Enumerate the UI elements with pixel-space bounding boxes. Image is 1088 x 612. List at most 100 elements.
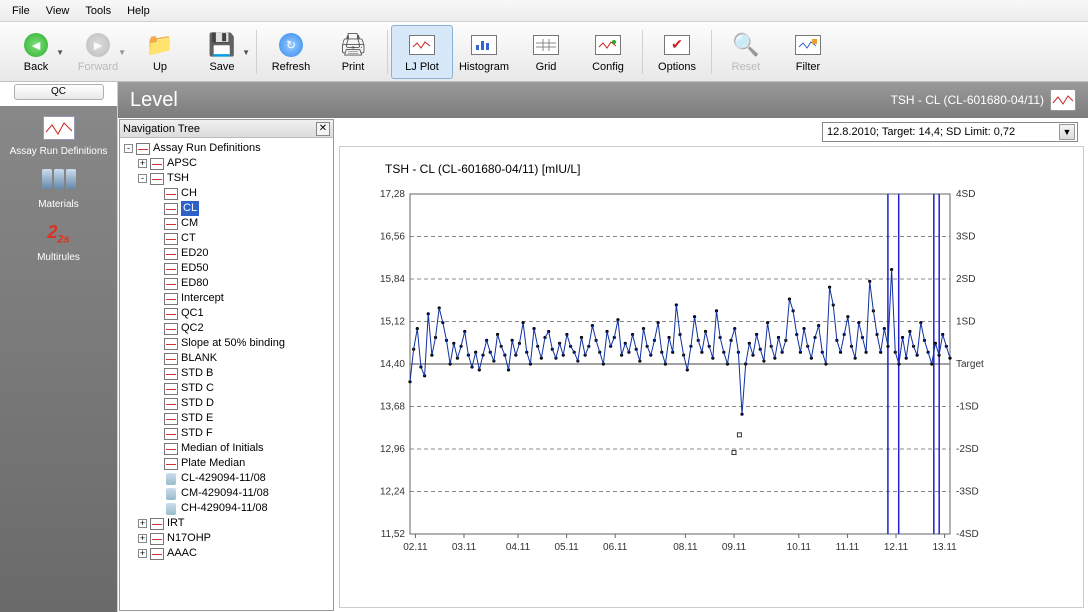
tree-item[interactable]: STD C bbox=[124, 381, 329, 396]
nav-tree-header: Navigation Tree ✕ bbox=[120, 120, 333, 138]
back-dropdown-icon[interactable]: ▼ bbox=[56, 48, 64, 57]
svg-text:05.11: 05.11 bbox=[554, 542, 579, 553]
svg-text:-1SD: -1SD bbox=[956, 402, 979, 413]
lj-plot[interactable]: 11,52-4SD12,24-3SD12,96-2SD13,68-1SD14,4… bbox=[360, 184, 1000, 564]
toolbar-sep bbox=[642, 30, 643, 74]
toolbar-sep bbox=[256, 30, 257, 74]
main-content: QC Assay Run Definitions Materials 22s M… bbox=[0, 82, 1088, 612]
svg-text:17,28: 17,28 bbox=[380, 189, 405, 200]
svg-text:06.11: 06.11 bbox=[603, 542, 628, 553]
menu-help[interactable]: Help bbox=[119, 2, 158, 20]
reset-icon: 🔍 bbox=[732, 31, 760, 59]
svg-text:Target: Target bbox=[956, 359, 984, 370]
title-bar: Level TSH - CL (CL-601680-04/11) bbox=[118, 82, 1088, 118]
tree-item[interactable]: ED80 bbox=[124, 276, 329, 291]
refresh-button[interactable]: ↻ Refresh bbox=[260, 25, 322, 79]
svg-text:-4SD: -4SD bbox=[956, 529, 979, 540]
config-button[interactable]: Config bbox=[577, 25, 639, 79]
tree-item[interactable]: +N17OHP bbox=[124, 531, 329, 546]
menu-file[interactable]: File bbox=[4, 2, 38, 20]
nav-tree[interactable]: -Assay Run Definitions+APSC-TSHCHCLCMCTE… bbox=[120, 138, 333, 610]
config-icon bbox=[595, 35, 621, 55]
dropdown-caret-icon[interactable]: ▼ bbox=[1059, 124, 1075, 140]
svg-text:08.11: 08.11 bbox=[673, 542, 698, 553]
back-button[interactable]: ◄ Back ▼ bbox=[5, 25, 67, 79]
svg-text:02.11: 02.11 bbox=[403, 542, 428, 553]
reset-button[interactable]: 🔍 Reset bbox=[715, 25, 777, 79]
tree-item[interactable]: Median of Initials bbox=[124, 441, 329, 456]
page-subtitle: TSH - CL (CL-601680-04/11) bbox=[891, 93, 1044, 107]
tree-item[interactable]: CM-429094-11/08 bbox=[124, 486, 329, 501]
menu-tools[interactable]: Tools bbox=[77, 2, 119, 20]
sidebar-item-assay[interactable]: Assay Run Definitions bbox=[4, 110, 114, 163]
sidebar: QC Assay Run Definitions Materials 22s M… bbox=[0, 82, 118, 612]
forward-dropdown-icon[interactable]: ▼ bbox=[118, 48, 126, 57]
ljplot-button[interactable]: LJ Plot bbox=[391, 25, 453, 79]
chart-box: TSH - CL (CL-601680-04/11) [mIU/L] 11,52… bbox=[339, 146, 1084, 608]
filter-button[interactable]: Filter bbox=[777, 25, 839, 79]
tree-item[interactable]: Plate Median bbox=[124, 456, 329, 471]
tree-item[interactable]: STD D bbox=[124, 396, 329, 411]
svg-text:03.11: 03.11 bbox=[452, 542, 477, 553]
tree-item[interactable]: -TSH bbox=[124, 171, 329, 186]
menu-bar: File View Tools Help bbox=[0, 0, 1088, 22]
tree-item[interactable]: QC1 bbox=[124, 306, 329, 321]
print-button[interactable]: 🖨 Print bbox=[322, 25, 384, 79]
content-area: Level TSH - CL (CL-601680-04/11) Navigat… bbox=[118, 82, 1088, 612]
tree-item[interactable]: ED50 bbox=[124, 261, 329, 276]
menu-view[interactable]: View bbox=[38, 2, 78, 20]
materials-icon bbox=[40, 169, 78, 197]
tree-item[interactable]: STD F bbox=[124, 426, 329, 441]
options-button[interactable]: ✔ Options bbox=[646, 25, 708, 79]
tree-item[interactable]: CL-429094-11/08 bbox=[124, 471, 329, 486]
options-icon: ✔ bbox=[664, 35, 690, 55]
tree-item[interactable]: BLANK bbox=[124, 351, 329, 366]
assay-icon bbox=[40, 116, 78, 144]
svg-text:11.11: 11.11 bbox=[836, 542, 860, 553]
svg-text:09.11: 09.11 bbox=[722, 542, 747, 553]
tree-item[interactable]: +AAAC bbox=[124, 546, 329, 561]
svg-text:1SD: 1SD bbox=[956, 317, 975, 328]
histogram-button[interactable]: Histogram bbox=[453, 25, 515, 79]
forward-button[interactable]: ► Forward ▼ bbox=[67, 25, 129, 79]
tree-item[interactable]: CM bbox=[124, 216, 329, 231]
svg-text:10.11: 10.11 bbox=[787, 542, 812, 553]
tree-item[interactable]: STD E bbox=[124, 411, 329, 426]
tree-item[interactable]: Slope at 50% binding bbox=[124, 336, 329, 351]
svg-text:15,84: 15,84 bbox=[380, 274, 405, 285]
histogram-icon bbox=[471, 35, 497, 55]
tree-item[interactable]: CL bbox=[124, 201, 329, 216]
sidebar-item-multirules[interactable]: 22s Multirules bbox=[4, 216, 114, 269]
tree-item[interactable]: QC2 bbox=[124, 321, 329, 336]
tree-item[interactable]: +IRT bbox=[124, 516, 329, 531]
toolbar-sep bbox=[711, 30, 712, 74]
save-dropdown-icon[interactable]: ▼ bbox=[242, 48, 250, 57]
svg-text:12,24: 12,24 bbox=[380, 487, 405, 498]
close-tree-button[interactable]: ✕ bbox=[316, 122, 330, 136]
sidebar-header[interactable]: QC bbox=[14, 84, 104, 100]
filter-icon bbox=[795, 35, 821, 55]
save-icon: 💾 bbox=[208, 31, 236, 59]
sidebar-item-materials[interactable]: Materials bbox=[4, 163, 114, 216]
svg-text:13,68: 13,68 bbox=[380, 402, 405, 413]
svg-text:13.11: 13.11 bbox=[932, 542, 957, 553]
nav-tree-panel: Navigation Tree ✕ -Assay Run Definitions… bbox=[119, 119, 334, 611]
tree-item[interactable]: CH-429094-11/08 bbox=[124, 501, 329, 516]
dataset-selector[interactable]: 12.8.2010; Target: 14,4; SD Limit: 0,72 … bbox=[822, 122, 1078, 142]
grid-button[interactable]: Grid bbox=[515, 25, 577, 79]
tree-item[interactable]: STD B bbox=[124, 366, 329, 381]
svg-text:04.11: 04.11 bbox=[506, 542, 531, 553]
save-button[interactable]: 💾 Save ▼ bbox=[191, 25, 253, 79]
tree-item[interactable]: CT bbox=[124, 231, 329, 246]
up-button[interactable]: 📁 Up bbox=[129, 25, 191, 79]
tree-item[interactable]: Intercept bbox=[124, 291, 329, 306]
forward-arrow-icon: ► bbox=[86, 33, 110, 57]
tree-item[interactable]: CH bbox=[124, 186, 329, 201]
svg-text:4SD: 4SD bbox=[956, 189, 975, 200]
svg-text:12.11: 12.11 bbox=[884, 542, 909, 553]
svg-text:14,40: 14,40 bbox=[380, 359, 405, 370]
svg-text:2SD: 2SD bbox=[956, 274, 975, 285]
tree-item[interactable]: +APSC bbox=[124, 156, 329, 171]
tree-item[interactable]: ED20 bbox=[124, 246, 329, 261]
refresh-icon: ↻ bbox=[279, 33, 303, 57]
